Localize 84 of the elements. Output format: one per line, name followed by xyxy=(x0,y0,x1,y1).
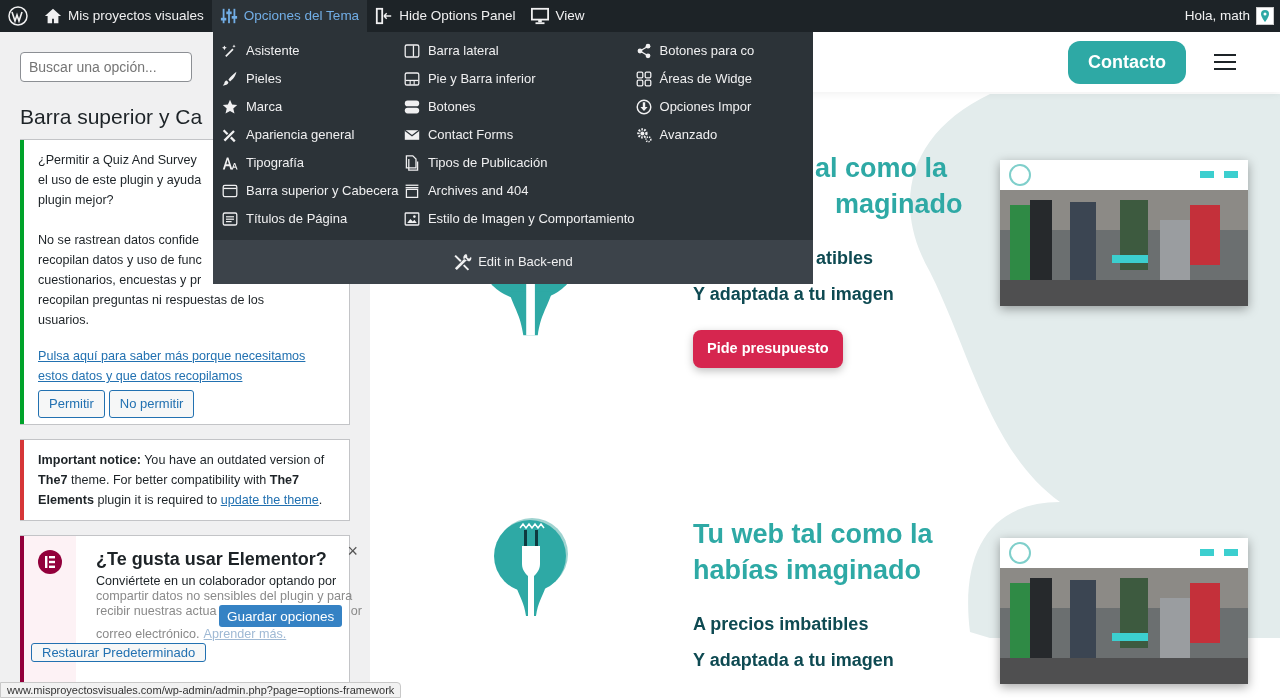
panel-heading: Barra superior y Ca xyxy=(20,104,203,130)
archive-box-icon xyxy=(403,183,420,199)
notice-text: el uso de este plugin y ayuda xyxy=(38,172,202,190)
save-button[interactable]: Guardar opciones xyxy=(219,605,343,628)
quote-button[interactable]: Pide presupuesto xyxy=(693,330,843,368)
magic-wand-icon xyxy=(222,43,238,59)
avatar-icon xyxy=(1256,7,1274,25)
text-lines-icon xyxy=(222,211,238,227)
menu-item[interactable]: Barra superior y Cabecera xyxy=(222,177,399,205)
notice-text: ¿Permitir a Quiz And Survey xyxy=(38,152,197,170)
menu-item[interactable]: Asistente xyxy=(222,37,300,65)
menu-item[interactable]: Tipos de Publicación xyxy=(403,149,548,177)
menu-bar-item[interactable]: Mis proyectos visuales xyxy=(36,0,212,32)
hero-heading: habías imaginado xyxy=(693,554,922,587)
hero-heading: Tu web tal como la xyxy=(693,518,933,551)
sidebar-layout-icon xyxy=(403,43,420,59)
edit-backend-link[interactable]: Edit in Back-end xyxy=(453,252,573,272)
notice-text: or xyxy=(350,604,362,620)
tools-icon xyxy=(453,252,473,272)
star-icon xyxy=(222,99,238,115)
menu-item[interactable]: Pieles xyxy=(222,65,282,93)
notice-text: cuestionarios, encuestas y pr xyxy=(38,272,202,290)
share-icon xyxy=(635,43,652,59)
menu-item[interactable]: Apariencia general xyxy=(222,121,355,149)
browser-window-icon xyxy=(222,183,238,199)
brush-icon xyxy=(222,71,238,87)
documents-icon xyxy=(403,155,420,171)
notice-title: ¿Te gusta usar Elementor? xyxy=(96,548,327,572)
home-icon xyxy=(44,7,62,25)
envelope-icon xyxy=(403,127,420,143)
menu-item[interactable]: Barra lateral xyxy=(403,37,499,65)
reset-button[interactable]: Restaurar Predeterminado xyxy=(31,643,207,663)
consent-button[interactable]: Permitir xyxy=(38,390,105,419)
menu-item[interactable]: Pie y Barra inferior xyxy=(403,65,536,93)
menu-item[interactable]: Contact Forms xyxy=(403,121,514,149)
close-button[interactable]: × xyxy=(347,542,358,561)
notice-text: recopilan preguntas ni respuestas de los xyxy=(38,292,265,310)
hero-subtitle: A precios imbatibles xyxy=(693,613,869,636)
notice-text: compartir datos no sensibles del plugin y para xyxy=(96,589,353,605)
hero-subtitle: atibles xyxy=(815,247,874,270)
menu-item[interactable]: Avanzado xyxy=(635,121,718,149)
notice-text: recibir nuestras actua xyxy=(96,604,217,620)
menu-bar-item[interactable]: View xyxy=(523,0,593,32)
menu-item[interactable]: Archives and 404 xyxy=(403,177,529,205)
hero-subtitle: Y adaptada a tu imagen xyxy=(693,283,894,306)
hero-subtitle: Y adaptada a tu imagen xyxy=(693,649,894,672)
consent-button[interactable]: No permitir xyxy=(108,390,195,419)
monitor-icon xyxy=(531,7,550,25)
link-preview-tooltip: www.misproyectosvisuales.com/wp-admin/admin.php?page=options-framework xyxy=(0,682,402,698)
notice-text: plugin mejor? xyxy=(38,192,114,210)
widget-grid-icon xyxy=(635,71,652,87)
menu-item[interactable]: Opciones Impor xyxy=(635,93,752,121)
buttons-icon xyxy=(403,99,420,115)
menu-item[interactable]: Marca xyxy=(222,93,283,121)
menu-bar-item[interactable]: Hide Options Panel xyxy=(367,0,524,32)
search-field[interactable]: Buscar una opción... xyxy=(20,52,192,82)
notice-text: Important notice: You have an outdated version of The7 theme. For better compatibility with The7 Elements plugin it is required to update the theme. xyxy=(38,452,326,510)
notice-text: No se rastrean datos confide xyxy=(38,232,199,250)
notice-text: recopilan datos y uso de func xyxy=(38,252,202,270)
update-link[interactable]: update the theme xyxy=(220,493,319,508)
menu-item[interactable]: Áreas de Widge xyxy=(635,65,753,93)
collapse-panel-icon xyxy=(375,7,394,25)
notice-text: Conviértete en un colaborador optando por xyxy=(96,574,337,590)
notice-text: correo electrónico. xyxy=(96,627,200,643)
download-icon xyxy=(635,99,652,115)
image-icon xyxy=(403,211,420,227)
menu-icon xyxy=(1214,52,1236,72)
footer-layout-icon xyxy=(403,71,420,87)
typography-icon xyxy=(222,155,238,171)
menu-item[interactable]: Botones xyxy=(403,93,476,121)
menu-item[interactable]: Títulos de Página xyxy=(222,205,348,233)
greeting-link[interactable]: Hola, math xyxy=(1176,0,1280,32)
gears-icon xyxy=(635,127,652,143)
logo-icon xyxy=(8,6,28,26)
plugin-logo-icon xyxy=(38,550,62,575)
menu-item[interactable]: Estilo de Imagen y Comportamiento xyxy=(403,205,635,233)
sliders-icon xyxy=(219,7,238,25)
hero-heading: maginado xyxy=(834,188,963,221)
info-link[interactable]: Pulsa aquí para saber más porque necesitamos estos datos y que datos recopilamos xyxy=(38,346,335,387)
notice-text: usuarios. xyxy=(38,312,90,330)
menu-item[interactable]: Botones para co xyxy=(635,37,755,65)
menu-item[interactable]: Tipografía xyxy=(222,149,305,177)
hero-heading: al como la xyxy=(814,152,948,185)
menu-bar-item[interactable]: Opciones del Tema xyxy=(211,0,368,32)
